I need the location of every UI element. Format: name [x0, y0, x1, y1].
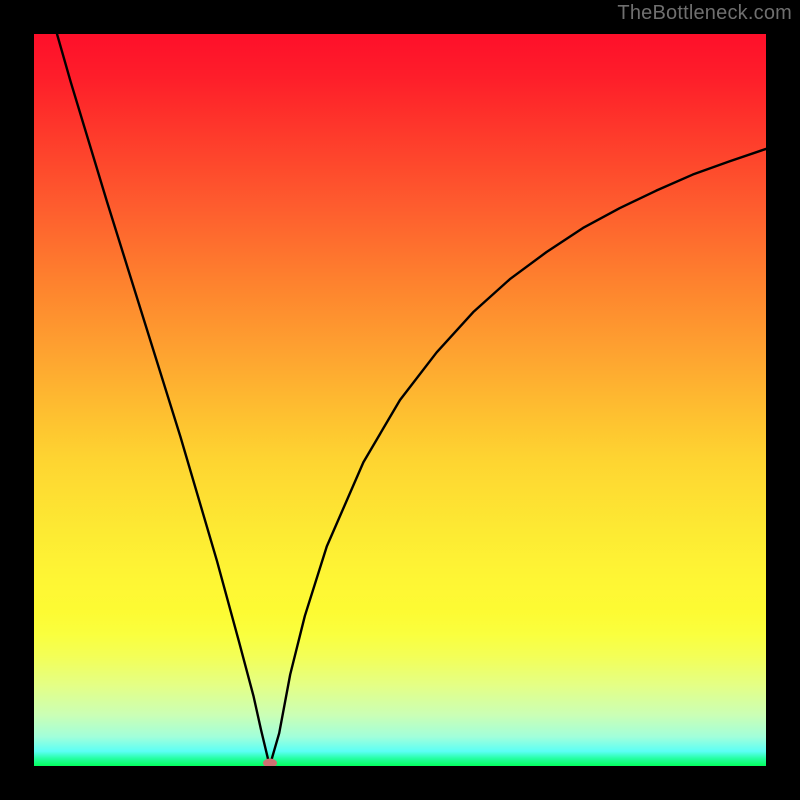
watermark-text: TheBottleneck.com [617, 2, 792, 25]
plot-area [34, 34, 766, 766]
curve-svg [34, 34, 766, 766]
minimum-marker [263, 759, 277, 766]
chart-frame: TheBottleneck.com [0, 0, 800, 800]
bottleneck-curve [34, 34, 766, 766]
